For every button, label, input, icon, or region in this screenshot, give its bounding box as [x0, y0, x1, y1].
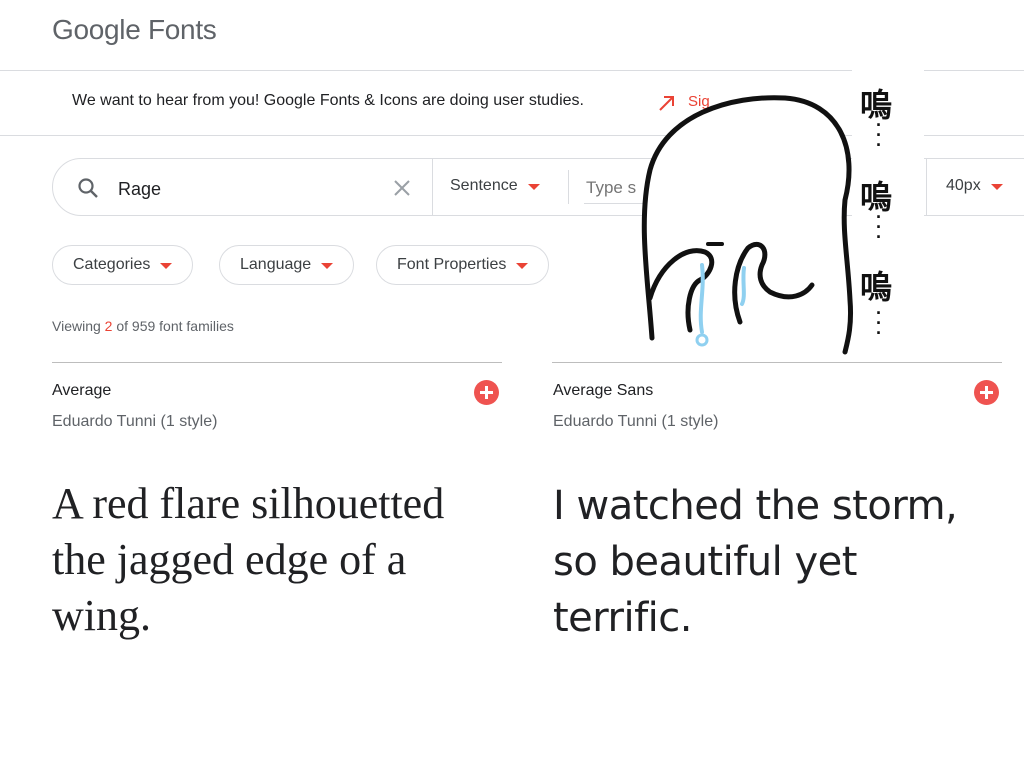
search-icon: [78, 178, 98, 198]
search-input[interactable]: [118, 176, 358, 202]
font-card-divider: [52, 362, 502, 363]
font-sample-text[interactable]: I watched the storm, so beautiful yet te…: [553, 478, 1003, 646]
font-sample-text[interactable]: A red flare silhouetted the jagged edge …: [52, 476, 492, 644]
search-divider: [432, 159, 433, 215]
language-label: Language: [240, 256, 312, 273]
sticker-dots: · · ·: [876, 115, 882, 155]
caret-down-icon: [516, 263, 529, 269]
select-divider: [568, 170, 569, 204]
clear-icon[interactable]: [390, 176, 414, 200]
font-card-name[interactable]: Average Sans: [553, 382, 653, 400]
font-size-select[interactable]: 40px: [946, 177, 1003, 195]
font-properties-filter[interactable]: Font Properties: [376, 245, 550, 285]
sticker-dots: · · ·: [876, 303, 882, 343]
caret-down-icon: [527, 184, 540, 190]
results-count: Viewing 2 of 959 font families: [52, 318, 234, 334]
sticker-dots: · · ·: [876, 207, 882, 247]
font-card-author: Eduardo Tunni (1 style): [553, 413, 719, 430]
caret-down-icon: [160, 263, 173, 269]
categories-filter[interactable]: Categories: [52, 245, 194, 285]
results-prefix: Viewing: [52, 318, 105, 334]
preview-mode-label: Sentence: [450, 177, 518, 194]
font-size-label: 40px: [946, 177, 981, 194]
font-card-name[interactable]: Average: [52, 382, 111, 400]
add-font-button[interactable]: [974, 380, 999, 405]
results-suffix: of 959 font families: [112, 318, 234, 334]
sticker-text: 嗚: [860, 268, 893, 306]
language-filter[interactable]: Language: [219, 245, 355, 285]
add-font-button[interactable]: [474, 380, 499, 405]
banner-message: We want to hear from you! Google Fonts &…: [72, 92, 584, 109]
categories-label: Categories: [73, 256, 151, 273]
caret-down-icon: [990, 184, 1003, 190]
caret-down-icon: [321, 263, 334, 269]
font-card-author: Eduardo Tunni (1 style): [52, 413, 218, 430]
font-properties-label: Font Properties: [397, 256, 507, 273]
google-fonts-logo[interactable]: Google Fonts: [52, 14, 217, 46]
preview-mode-select[interactable]: Sentence: [450, 177, 540, 195]
